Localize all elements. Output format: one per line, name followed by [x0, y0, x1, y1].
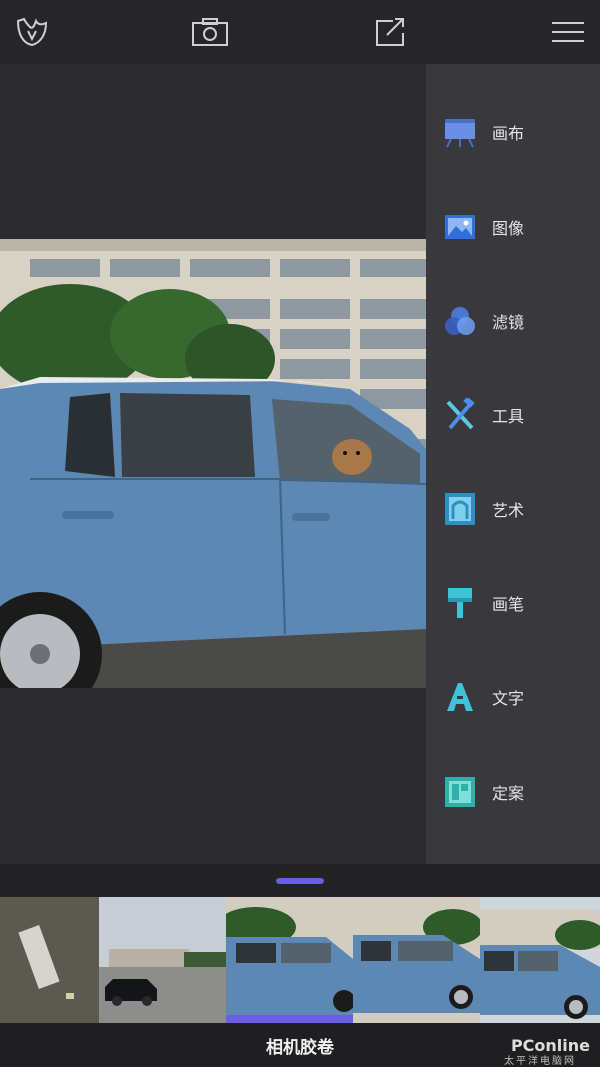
menu-label: 滤镜	[492, 313, 525, 332]
share-icon[interactable]	[370, 12, 410, 52]
thumbnail[interactable]	[353, 897, 480, 1023]
menu-label: 定案	[492, 784, 525, 803]
filmstrip-caption-bar: 相机胶卷 PConline 太平洋电脑网	[0, 1023, 600, 1067]
menu-label: 画布	[492, 124, 525, 143]
menu-item-brush[interactable]: 画笔	[426, 573, 600, 633]
camera-roll-filmstrip	[0, 897, 600, 1023]
camera-roll-label[interactable]: 相机胶卷	[266, 1033, 334, 1058]
filter-icon	[442, 303, 478, 339]
thumbnail[interactable]	[99, 897, 226, 1023]
side-menu: 画布 图像 滤镜 工具 艺术 画笔 文字 定案	[426, 64, 600, 864]
menu-label: 画笔	[492, 595, 525, 614]
art-frame-icon	[442, 491, 478, 527]
watermark-sub: 太平洋电脑网	[504, 1056, 576, 1067]
thumbnail-selected[interactable]	[226, 897, 353, 1023]
camera-icon[interactable]	[190, 12, 230, 52]
drawer-handle-bar	[0, 864, 600, 897]
menu-label: 艺术	[492, 501, 525, 520]
menu-item-canvas[interactable]: 画布	[426, 102, 600, 162]
menu-label: 图像	[492, 219, 525, 238]
thumbnail[interactable]	[480, 897, 600, 1023]
menu-icon[interactable]	[548, 12, 588, 52]
finalize-icon	[442, 774, 478, 810]
tools-icon	[442, 397, 478, 433]
drawer-handle[interactable]	[276, 878, 324, 884]
menu-item-finalize[interactable]: 定案	[426, 762, 600, 822]
app-logo-icon[interactable]	[12, 12, 52, 52]
menu-item-art[interactable]: 艺术	[426, 479, 600, 539]
menu-item-filter[interactable]: 滤镜	[426, 291, 600, 351]
menu-label: 文字	[492, 689, 525, 708]
brush-icon	[442, 585, 478, 621]
canvas-easel-icon	[442, 114, 478, 150]
top-toolbar	[0, 0, 600, 64]
thumbnail[interactable]	[0, 897, 99, 1023]
menu-item-text[interactable]: 文字	[426, 667, 600, 727]
menu-label: 工具	[492, 407, 525, 426]
text-icon	[442, 679, 478, 715]
image-icon	[442, 209, 478, 245]
menu-item-image[interactable]: 图像	[426, 197, 600, 257]
menu-item-tools[interactable]: 工具	[426, 385, 600, 445]
canvas-photo[interactable]	[0, 239, 426, 688]
